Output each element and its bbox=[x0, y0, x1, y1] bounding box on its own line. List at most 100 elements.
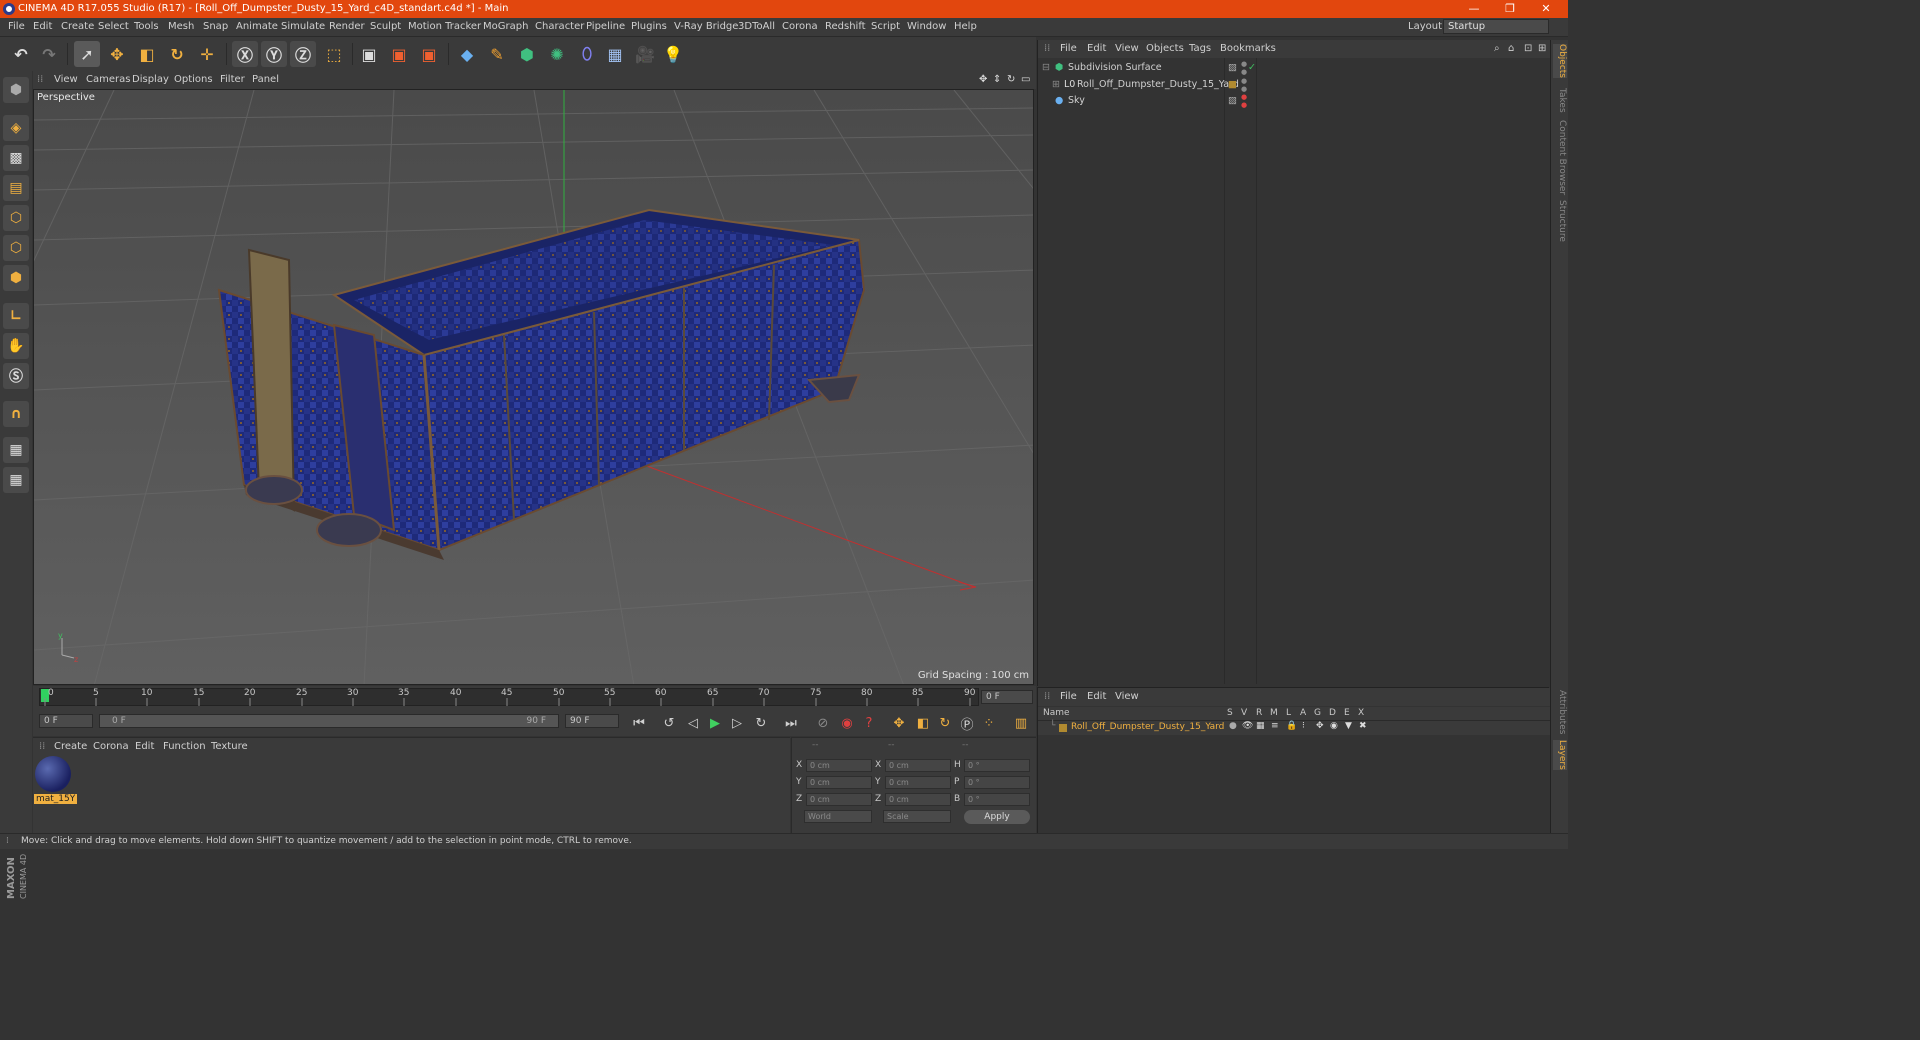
column-r[interactable]: R bbox=[1256, 708, 1262, 718]
column-x[interactable]: X bbox=[1358, 708, 1364, 718]
rotation-p-field[interactable]: 0 ° bbox=[964, 776, 1030, 789]
side-tab-layers[interactable]: Layers bbox=[1553, 740, 1567, 770]
material-menu-function[interactable]: Function bbox=[163, 741, 206, 752]
material-menu-edit[interactable]: Edit bbox=[135, 741, 154, 752]
object-row-subdivision-surface[interactable]: ⊟ ⬢ Subdivision Surface ▨ ● ● ✓ bbox=[1040, 60, 1548, 76]
enabled-check-icon[interactable]: ✓ bbox=[1248, 60, 1256, 76]
scale-tool-icon[interactable]: ◧ bbox=[134, 41, 160, 67]
pen-spline-icon[interactable]: ✎ bbox=[484, 41, 510, 67]
viewport-zoom-icon[interactable]: ⇕ bbox=[993, 74, 1001, 85]
play-icon[interactable]: ▶ bbox=[705, 713, 725, 733]
position-x-field[interactable]: 0 cm bbox=[806, 759, 872, 772]
y-axis-icon[interactable]: Ⓨ bbox=[261, 41, 287, 67]
side-tab-content-browser[interactable]: Content Browser bbox=[1553, 120, 1567, 195]
undo-icon[interactable]: ↶ bbox=[8, 41, 34, 67]
menu-tools[interactable]: Tools bbox=[134, 21, 159, 32]
size-x-field[interactable]: 0 cm bbox=[885, 759, 951, 772]
rotation-h-field[interactable]: 0 ° bbox=[964, 759, 1030, 772]
column-name[interactable]: Name bbox=[1043, 708, 1070, 718]
viewport-menu-options[interactable]: Options bbox=[174, 74, 213, 85]
minimize-button[interactable]: — bbox=[1456, 0, 1492, 18]
workplane-icon[interactable]: ▤ bbox=[3, 175, 29, 201]
make-editable-icon[interactable]: ⬢ bbox=[3, 77, 29, 103]
objects-menu-file[interactable]: File bbox=[1060, 43, 1077, 54]
viewport-menu-filter[interactable]: Filter bbox=[220, 74, 245, 85]
snap-icon[interactable]: ∩ bbox=[3, 401, 29, 427]
close-button[interactable]: ✕ bbox=[1528, 0, 1564, 18]
menu-select[interactable]: Select bbox=[98, 21, 129, 32]
objects-menu-bookmarks[interactable]: Bookmarks bbox=[1220, 43, 1276, 54]
object-name[interactable]: Subdivision Surface bbox=[1068, 60, 1162, 76]
objects-menu-objects[interactable]: Objects bbox=[1146, 43, 1184, 54]
column-l[interactable]: L bbox=[1286, 708, 1291, 718]
layer-render-icon[interactable]: ▦ bbox=[1256, 721, 1265, 731]
side-tab-objects[interactable]: Objects bbox=[1553, 44, 1567, 79]
layer-lock-icon[interactable]: 🔒 bbox=[1286, 721, 1297, 731]
material-menu-corona[interactable]: Corona bbox=[93, 741, 129, 752]
collapse-icon[interactable]: ⊟ bbox=[1042, 60, 1050, 76]
key-parameter-icon[interactable]: Ⓟ bbox=[957, 713, 977, 733]
objects-new-window-icon[interactable]: ⊞ bbox=[1538, 43, 1546, 54]
start-frame-field[interactable]: 0 F bbox=[39, 714, 93, 728]
menu-script[interactable]: Script bbox=[871, 21, 900, 32]
menu-pipeline[interactable]: Pipeline bbox=[586, 21, 625, 32]
solo-mode-icon[interactable]: Ⓢ bbox=[3, 363, 29, 389]
previous-frame-icon[interactable]: ◁ bbox=[683, 713, 703, 733]
camera-icon[interactable]: 🎥 bbox=[632, 41, 658, 67]
range-slider[interactable]: 0 F 90 F bbox=[99, 714, 559, 728]
layer-tag-icon[interactable]: ▨ bbox=[1228, 60, 1237, 76]
coordinate-system-icon[interactable]: ⬚ bbox=[321, 41, 347, 67]
menu-redshift[interactable]: Redshift bbox=[825, 21, 866, 32]
key-scale-icon[interactable]: ◧ bbox=[913, 713, 933, 733]
menu-window[interactable]: Window bbox=[907, 21, 946, 32]
layer-animation-icon[interactable]: ⁝ bbox=[1302, 721, 1305, 731]
viewport-move-icon[interactable]: ✥ bbox=[979, 74, 987, 85]
polygons-mode-icon[interactable]: ⬢ bbox=[3, 265, 29, 291]
visibility-dots-icon[interactable]: ● ● bbox=[1241, 77, 1247, 93]
end-frame-field[interactable]: 90 F bbox=[565, 714, 619, 728]
column-a[interactable]: A bbox=[1300, 708, 1306, 718]
layer-deformers-icon[interactable]: ◉ bbox=[1330, 721, 1338, 731]
position-z-field[interactable]: 0 cm bbox=[806, 793, 872, 806]
column-s[interactable]: S bbox=[1227, 708, 1233, 718]
menu-animate[interactable]: Animate bbox=[236, 21, 278, 32]
size-z-field[interactable]: 0 cm bbox=[885, 793, 951, 806]
side-tab-structure[interactable]: Structure bbox=[1553, 200, 1567, 242]
expand-icon[interactable]: ⊞ bbox=[1052, 77, 1060, 93]
select-arrow-icon[interactable]: ➚ bbox=[74, 41, 100, 67]
layer-expressions-icon[interactable]: ▼ bbox=[1345, 721, 1352, 731]
column-d[interactable]: D bbox=[1329, 708, 1336, 718]
key-point-level-icon[interactable]: ⁘ bbox=[979, 713, 999, 733]
menu-help[interactable]: Help bbox=[954, 21, 977, 32]
tweak-mode-icon[interactable]: ✋ bbox=[3, 333, 29, 359]
restore-button[interactable]: ❐ bbox=[1492, 0, 1528, 18]
light-icon[interactable]: 💡 bbox=[660, 41, 686, 67]
keyframe-mode-icon[interactable]: ⊘ bbox=[813, 713, 833, 733]
axis-mode-icon[interactable]: ∟ bbox=[3, 303, 29, 329]
column-v[interactable]: V bbox=[1241, 708, 1247, 718]
objects-home-icon[interactable]: ⌂ bbox=[1508, 43, 1514, 54]
menu-character[interactable]: Character bbox=[535, 21, 584, 32]
menu-file[interactable]: File bbox=[8, 21, 25, 32]
deformer-icon[interactable]: ⬯ bbox=[574, 41, 600, 67]
menu-mesh[interactable]: Mesh bbox=[168, 21, 194, 32]
objects-search-icon[interactable]: ⌕ bbox=[1494, 43, 1500, 54]
current-frame-field[interactable]: 0 F bbox=[981, 690, 1033, 704]
coord-mode-dropdown[interactable]: World bbox=[804, 810, 872, 823]
menu-mograph[interactable]: MoGraph bbox=[483, 21, 528, 32]
material-menu-texture[interactable]: Texture bbox=[211, 741, 248, 752]
z-axis-icon[interactable]: Ⓩ bbox=[290, 41, 316, 67]
side-tab-attributes[interactable]: Attributes bbox=[1553, 690, 1567, 734]
visibility-dots-icon[interactable]: ● ● bbox=[1241, 60, 1247, 76]
cube-primitive-icon[interactable]: ◆ bbox=[454, 41, 480, 67]
model-mode-icon[interactable]: ◈ bbox=[3, 115, 29, 141]
viewport-menu-panel[interactable]: Panel bbox=[252, 74, 279, 85]
rotation-b-field[interactable]: 0 ° bbox=[964, 793, 1030, 806]
objects-layers-icon[interactable]: ⊡ bbox=[1524, 43, 1532, 54]
column-e[interactable]: E bbox=[1344, 708, 1350, 718]
go-to-start-icon[interactable]: ⏮ bbox=[629, 713, 649, 733]
apply-button[interactable]: Apply bbox=[964, 810, 1030, 824]
layers-menu-file[interactable]: File bbox=[1060, 691, 1077, 702]
texture-mode-icon[interactable]: ▩ bbox=[3, 145, 29, 171]
column-m[interactable]: M bbox=[1270, 708, 1278, 718]
